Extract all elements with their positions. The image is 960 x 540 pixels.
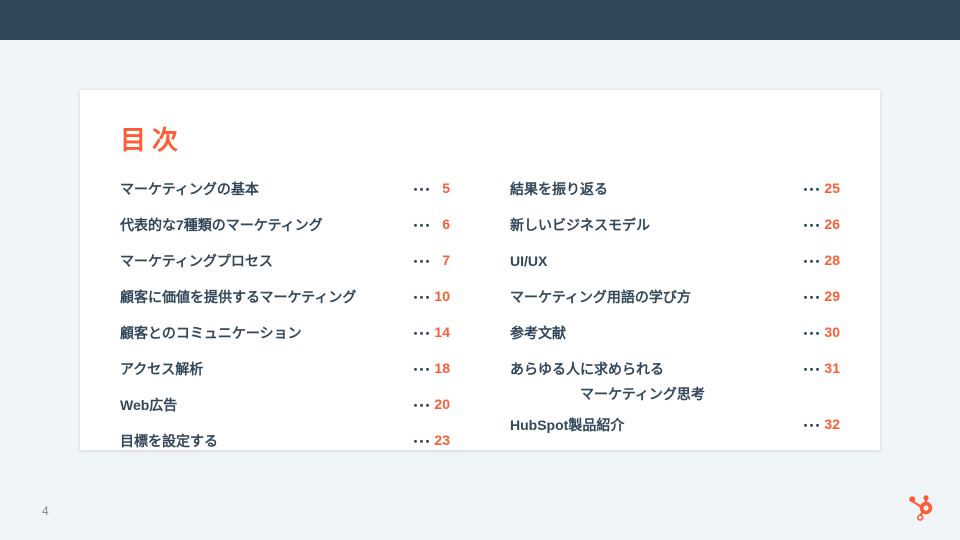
toc-entry: マーケティングの基本 ･･･ 5 <box>120 179 450 205</box>
toc-entry-page: 29 <box>820 287 840 304</box>
toc-entry: あらゆる人に求められる マーケティング思考 ･･･ 31 <box>510 359 840 405</box>
toc-dots: ･･･ <box>802 415 820 436</box>
toc-entry-label: HubSpot製品紹介 <box>510 415 802 436</box>
toc-entry-label: マーケティングの基本 <box>120 179 412 200</box>
toc-dots: ･･･ <box>412 359 430 380</box>
toc-entry: 結果を振り返る ･･･ 25 <box>510 179 840 205</box>
toc-entry-label: 顧客とのコミュニケーション <box>120 323 412 344</box>
toc-entry: 参考文献 ･･･ 30 <box>510 323 840 349</box>
toc-dots: ･･･ <box>412 251 430 272</box>
toc-entry-label: マーケティングプロセス <box>120 251 412 272</box>
toc-dots: ･･･ <box>802 179 820 200</box>
toc-entry-label: 新しいビジネスモデル <box>510 215 802 236</box>
toc-entry: マーケティングプロセス ･･･ 7 <box>120 251 450 277</box>
toc-title: 目次 <box>120 120 840 157</box>
toc-entry-label: Web広告 <box>120 395 412 416</box>
toc-entry: Web広告 ･･･ 20 <box>120 395 450 421</box>
toc-dots: ･･･ <box>412 215 430 236</box>
toc-entry: マーケティング用語の学び方 ･･･ 29 <box>510 287 840 313</box>
toc-entry-page: 6 <box>430 215 450 232</box>
toc-entry-page: 31 <box>820 359 840 376</box>
toc-entry: 目標を設定する ･･･ 23 <box>120 431 450 457</box>
toc-columns: マーケティングの基本 ･･･ 5 代表的な7種類のマーケティング ･･･ 6 マ… <box>120 179 840 467</box>
toc-dots: ･･･ <box>412 395 430 416</box>
toc-dots: ･･･ <box>412 323 430 344</box>
toc-dots: ･･･ <box>802 287 820 308</box>
header-bar <box>0 0 960 40</box>
toc-entry-page: 32 <box>820 415 840 432</box>
toc-dots: ･･･ <box>802 251 820 272</box>
toc-entry-page: 20 <box>430 395 450 412</box>
toc-entry-page: 28 <box>820 251 840 268</box>
toc-entry-page: 18 <box>430 359 450 376</box>
toc-dots: ･･･ <box>412 179 430 200</box>
toc-entry: 代表的な7種類のマーケティング ･･･ 6 <box>120 215 450 241</box>
toc-entry: 顧客に価値を提供するマーケティング ･･･ 10 <box>120 287 450 313</box>
toc-entry-label: アクセス解析 <box>120 359 412 380</box>
toc-entry: HubSpot製品紹介 ･･･ 32 <box>510 415 840 441</box>
toc-entry-label: 結果を振り返る <box>510 179 802 200</box>
slide-page-number: 4 <box>42 504 49 518</box>
toc-entry-label: UI/UX <box>510 251 802 272</box>
toc-entry-page: 7 <box>430 251 450 268</box>
toc-entry-page: 30 <box>820 323 840 340</box>
toc-dots: ･･･ <box>802 323 820 344</box>
toc-entry-label-line2: マーケティング思考 <box>510 384 802 405</box>
toc-entry-label: 顧客に価値を提供するマーケティング <box>120 287 412 308</box>
toc-entry-page: 10 <box>430 287 450 304</box>
hubspot-logo-icon <box>906 494 934 522</box>
toc-entry-label: 代表的な7種類のマーケティング <box>120 215 412 236</box>
toc-entry-label: マーケティング用語の学び方 <box>510 287 802 308</box>
toc-dots: ･･･ <box>802 215 820 236</box>
toc-dots: ･･･ <box>412 287 430 308</box>
toc-dots: ･･･ <box>412 431 430 452</box>
toc-entry-page: 5 <box>430 179 450 196</box>
toc-entry: アクセス解析 ･･･ 18 <box>120 359 450 385</box>
toc-entry: 顧客とのコミュニケーション ･･･ 14 <box>120 323 450 349</box>
toc-entry-page: 26 <box>820 215 840 232</box>
toc-column-left: マーケティングの基本 ･･･ 5 代表的な7種類のマーケティング ･･･ 6 マ… <box>120 179 450 467</box>
toc-entry-label-line1: あらゆる人に求められる <box>510 361 664 377</box>
toc-entry-label: 目標を設定する <box>120 431 412 452</box>
toc-card: 目次 マーケティングの基本 ･･･ 5 代表的な7種類のマーケティング ･･･ … <box>80 90 880 450</box>
toc-entry: UI/UX ･･･ 28 <box>510 251 840 277</box>
toc-entry-label: 参考文献 <box>510 323 802 344</box>
toc-dots: ･･･ <box>802 359 820 380</box>
toc-entry-page: 25 <box>820 179 840 196</box>
toc-entry-page: 14 <box>430 323 450 340</box>
toc-column-right: 結果を振り返る ･･･ 25 新しいビジネスモデル ･･･ 26 UI/UX ･… <box>510 179 840 467</box>
toc-entry: 新しいビジネスモデル ･･･ 26 <box>510 215 840 241</box>
toc-entry-label: あらゆる人に求められる マーケティング思考 <box>510 359 802 405</box>
toc-entry-page: 23 <box>430 431 450 448</box>
